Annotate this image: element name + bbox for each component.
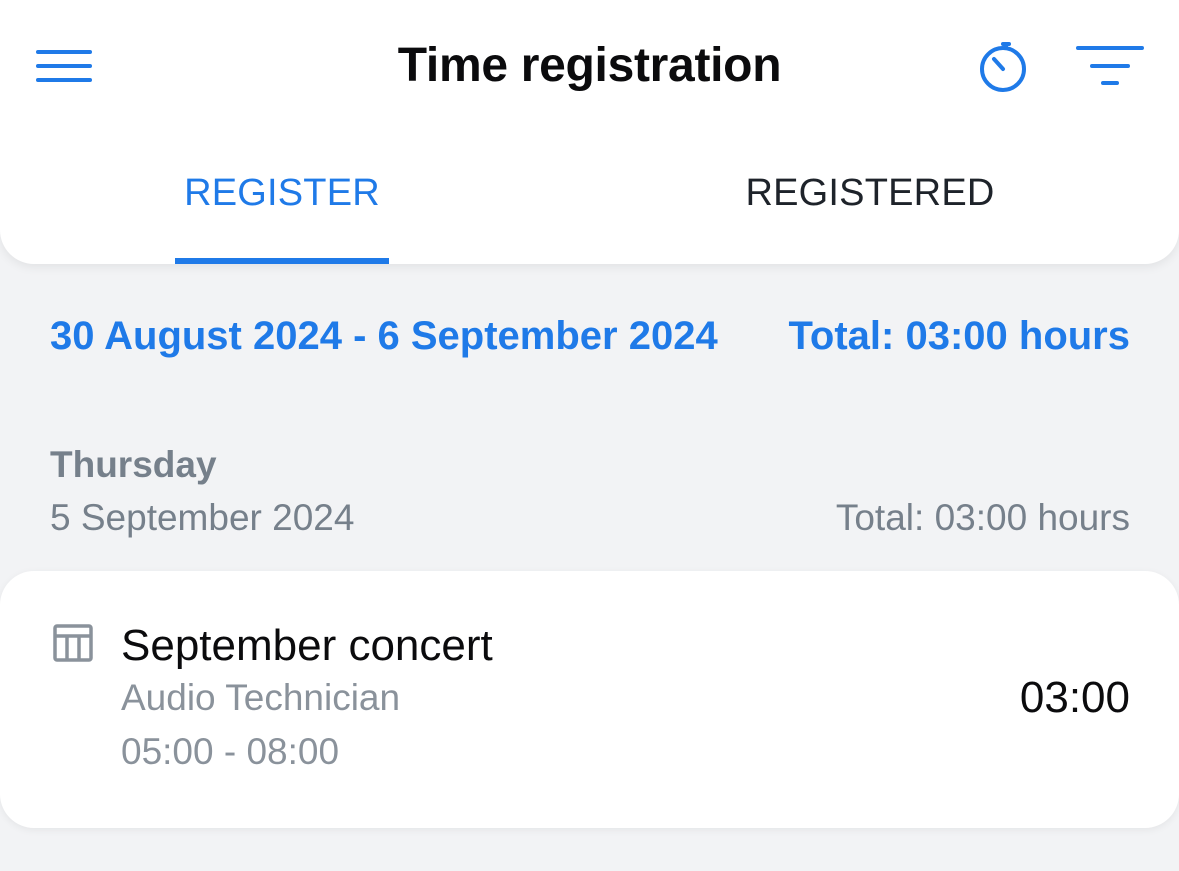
entry-role: Audio Technician [121, 677, 401, 718]
tab-registered[interactable]: REGISTERED [700, 172, 1040, 215]
day-date: 5 September 2024 [50, 497, 355, 538]
period-range[interactable]: 30 August 2024 - 6 September 2024 [50, 314, 736, 359]
app-header: Time registration REGISTER REGISTERED [0, 0, 1179, 264]
entry-time-range: 05:00 - 08:00 [121, 731, 340, 772]
tab-register[interactable]: REGISTER [175, 172, 389, 215]
filter-icon[interactable] [1074, 44, 1146, 88]
stopwatch-icon[interactable] [976, 40, 1030, 94]
time-entry-card[interactable]: September concert Audio Technician 05:00… [0, 571, 1179, 828]
day-weekday: Thursday [50, 444, 217, 485]
venue-table-icon [53, 624, 93, 662]
entry-title: September concert [121, 621, 493, 670]
period-total: Total: 03:00 hours [788, 314, 1130, 358]
entry-duration: 03:00 [1019, 673, 1130, 722]
day-total: Total: 03:00 hours [835, 497, 1130, 538]
active-tab-indicator [175, 258, 389, 264]
